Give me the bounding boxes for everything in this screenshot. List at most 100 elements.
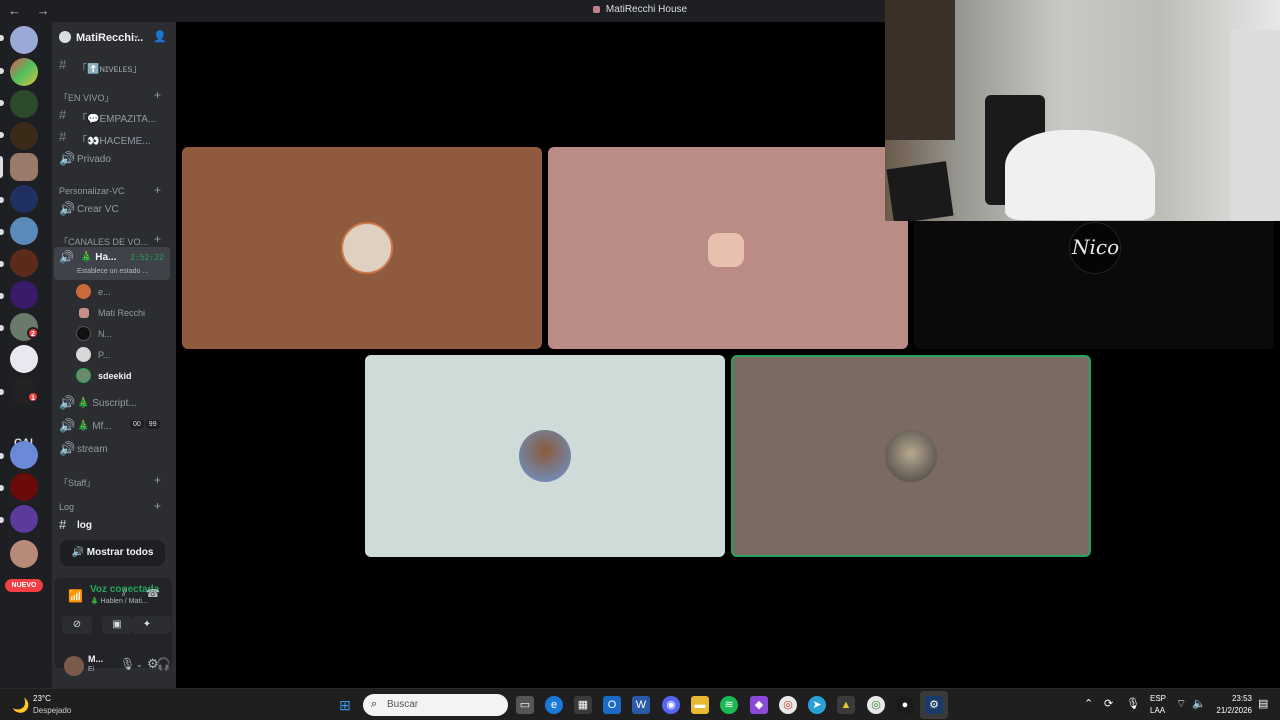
- category-label: Log: [59, 502, 75, 512]
- server-icon-3[interactable]: [10, 90, 38, 118]
- channel-niveles[interactable]: # 「⬆️ɴɪᴠᴇʟᴇs」: [52, 55, 176, 75]
- add-channel-icon[interactable]: +: [154, 499, 161, 513]
- server-icon-2[interactable]: [10, 58, 38, 86]
- server-icon-11[interactable]: [10, 345, 38, 373]
- chevron-down-icon[interactable]: ⌄: [132, 30, 140, 41]
- language-indicator[interactable]: ESP: [1150, 694, 1166, 703]
- video-tile-4[interactable]: [365, 355, 725, 557]
- outlook-icon[interactable]: O: [603, 696, 621, 714]
- channel-mf[interactable]: 🔊 🎄 Mf... 00 99: [52, 416, 176, 436]
- add-channel-icon[interactable]: +: [154, 183, 161, 197]
- server-icon-4[interactable]: [10, 122, 38, 150]
- server-icon-1[interactable]: [10, 26, 38, 54]
- server-header[interactable]: MatiRecchi... ⌄ 👤: [52, 22, 176, 54]
- avatar: [76, 284, 91, 299]
- avatar[interactable]: [64, 656, 84, 676]
- category-staff[interactable]: 「Staff」 +: [52, 473, 176, 489]
- microphone-icon[interactable]: 🎙: [120, 657, 135, 671]
- telegram-icon[interactable]: ➤: [808, 696, 826, 714]
- windows-start-icon[interactable]: ⊞: [336, 696, 354, 714]
- discord-icon[interactable]: ◉: [662, 696, 680, 714]
- category-en-vivo[interactable]: 「EN VIVO」 +: [52, 88, 176, 104]
- voice-channel-path[interactable]: 🎄 Hablen / Mati...: [90, 597, 148, 605]
- file-explorer-icon[interactable]: ▬: [691, 696, 709, 714]
- steam-icon[interactable]: ⚙: [925, 696, 943, 714]
- add-channel-icon[interactable]: +: [154, 473, 161, 487]
- server-icon-17[interactable]: [10, 540, 38, 568]
- wifi-icon[interactable]: ⌔: [1176, 697, 1186, 711]
- channel-haceme[interactable]: # 「👀HACEME...: [52, 127, 176, 147]
- disconnect-icon[interactable]: ☎: [146, 587, 160, 600]
- clock-date[interactable]: 21/2/2026: [1204, 706, 1252, 715]
- channel-privado[interactable]: 🔊 Privado: [52, 149, 176, 169]
- voice-member[interactable]: sdeekid: [76, 367, 176, 385]
- unread-pill: [0, 325, 4, 331]
- voice-member[interactable]: N...: [76, 325, 176, 343]
- server-icon-matirecchi[interactable]: [10, 153, 38, 181]
- show-all-button[interactable]: 🔊 Mostrar todos: [60, 540, 165, 566]
- edge-icon[interactable]: e: [545, 696, 563, 714]
- channel-label: 「⬆️ɴɪᴠᴇʟᴇs」: [77, 64, 143, 75]
- username[interactable]: M...: [88, 654, 103, 664]
- microphone-tray-icon[interactable]: 🎙: [1126, 697, 1140, 710]
- moon-weather-icon[interactable]: 🌙: [12, 697, 29, 714]
- channel-empazitando[interactable]: # 「💬EMPAZITA...: [52, 105, 176, 125]
- avatar-signature: Nico: [1072, 235, 1120, 259]
- weather-condition[interactable]: Despejado: [33, 706, 71, 715]
- clock-time[interactable]: 23:53: [1212, 694, 1252, 703]
- unread-pill: [0, 517, 4, 523]
- video-tile-sdeekid[interactable]: [731, 355, 1091, 557]
- voice-channel-hablen[interactable]: 🔊 🎄 Ha... 2:52:22 Establece un estado ..…: [54, 247, 170, 280]
- server-icon-15[interactable]: [10, 473, 38, 501]
- mention-badge: 2: [27, 327, 39, 339]
- user-count: 00: [130, 420, 144, 429]
- task-view-icon[interactable]: ▭: [516, 696, 534, 714]
- add-channel-icon[interactable]: +: [154, 232, 161, 246]
- voice-status[interactable]: Establece un estado ...: [77, 268, 148, 275]
- chrome-icon[interactable]: ◎: [779, 696, 797, 714]
- word-icon[interactable]: W: [632, 696, 650, 714]
- sync-icon[interactable]: ⟳: [1104, 697, 1113, 710]
- spotify-icon[interactable]: ≋: [720, 696, 738, 714]
- channel-crear-vc[interactable]: 🔊 Crear VC: [52, 199, 176, 219]
- server-icon-9[interactable]: [10, 281, 38, 309]
- category-personalizar[interactable]: Personalizar-VC +: [52, 183, 176, 199]
- github-icon[interactable]: ●: [896, 696, 914, 714]
- camera-button[interactable]: ⊘: [62, 616, 92, 634]
- channel-log[interactable]: # log: [52, 515, 176, 535]
- soundboard-button[interactable]: ✦: [132, 616, 162, 634]
- channel-label: 🎄 Ha...: [80, 252, 117, 263]
- voice-member[interactable]: e...: [76, 283, 176, 301]
- window-title-text: MatiRecchi House: [605, 4, 688, 15]
- voice-member[interactable]: P...: [76, 346, 176, 364]
- noise-suppression-icon[interactable]: ⫽: [122, 587, 127, 600]
- chevron-up-icon[interactable]: ⌃: [1084, 697, 1093, 710]
- app-icon[interactable]: ▲: [837, 696, 855, 714]
- video-tile-1[interactable]: [182, 147, 542, 349]
- invite-people-icon[interactable]: 👤: [153, 30, 167, 43]
- settings-gear-icon[interactable]: ⚙: [147, 656, 159, 672]
- chevron-down-icon[interactable]: ⌄: [136, 660, 143, 669]
- add-channel-icon[interactable]: +: [154, 88, 161, 102]
- server-icon-16[interactable]: [10, 505, 38, 533]
- category-canales-voz[interactable]: 「CANALES DE VO... +: [52, 232, 176, 248]
- app-icon[interactable]: ◆: [750, 696, 768, 714]
- category-log[interactable]: Log +: [52, 499, 176, 515]
- server-icon-core[interactable]: [10, 185, 38, 213]
- notifications-icon[interactable]: ▤: [1258, 697, 1268, 710]
- channel-stream[interactable]: 🔊 stream: [52, 439, 176, 459]
- taskbar-search[interactable]: ⌕ Buscar: [363, 694, 508, 716]
- video-tile-2[interactable]: [548, 147, 908, 349]
- store-icon[interactable]: ▦: [574, 696, 592, 714]
- voice-member[interactable]: Mati Recchi: [76, 304, 176, 322]
- server-icon-8[interactable]: [10, 249, 38, 277]
- keyboard-layout[interactable]: LAA: [1150, 706, 1165, 715]
- temperature[interactable]: 23°C: [33, 694, 51, 703]
- server-icon-14[interactable]: [10, 441, 38, 469]
- screen-share-button[interactable]: ▣: [102, 616, 132, 634]
- channel-label: 「👀HACEME...: [77, 136, 151, 147]
- user-status: Ei: [88, 666, 95, 673]
- channel-suscriptores[interactable]: 🔊 🎄 Suscript...: [52, 393, 176, 413]
- chrome-profile-icon[interactable]: ◎: [867, 696, 885, 714]
- server-icon-7[interactable]: [10, 217, 38, 245]
